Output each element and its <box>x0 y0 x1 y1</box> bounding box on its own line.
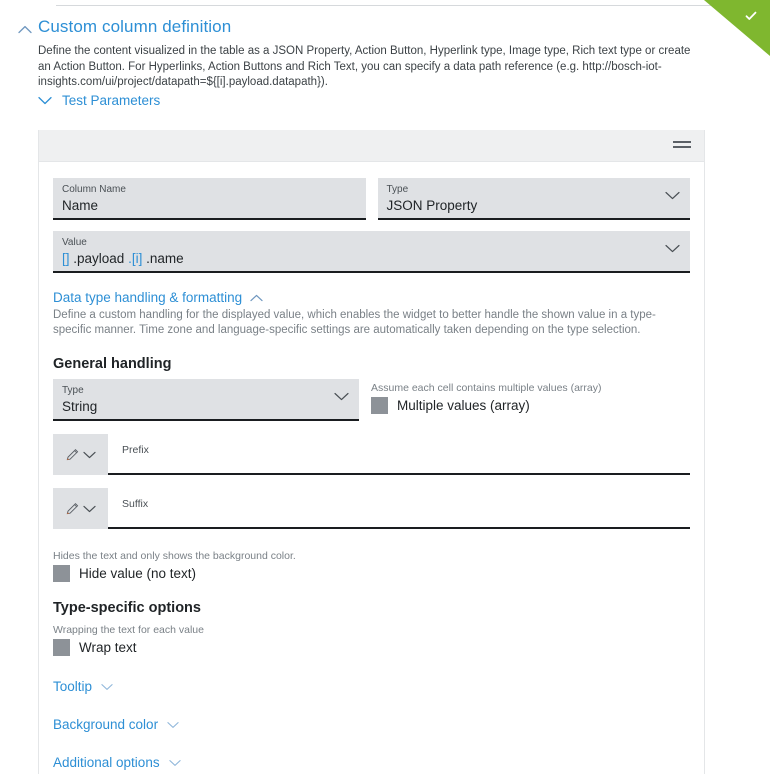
page-header: Custom column definition Define the cont… <box>0 16 720 91</box>
column-name-input[interactable]: Column Name Name <box>53 178 366 220</box>
wrap-text-label: Wrap text <box>79 640 137 655</box>
chevron-up-icon <box>250 294 263 301</box>
chevron-down-icon <box>168 759 181 766</box>
chevron-down-icon <box>83 505 96 512</box>
suffix-label: Suffix <box>122 498 149 510</box>
multiple-values-checkbox-row[interactable]: Multiple values (array) <box>371 397 690 414</box>
pencil-icon <box>66 449 79 461</box>
suffix-edit-button[interactable] <box>53 488 108 529</box>
value-label: Value <box>62 237 87 248</box>
general-type-select[interactable]: Type String <box>53 379 359 421</box>
chevron-down-icon <box>665 191 680 200</box>
chevron-down-icon <box>38 96 52 105</box>
data-type-handling-description: Define a custom handling for the display… <box>53 309 656 336</box>
suffix-row: Suffix <box>53 488 690 529</box>
prefix-label: Prefix <box>122 444 149 456</box>
hide-value-caption: Hides the text and only shows the backgr… <box>53 550 296 562</box>
column-name-type-row: Column Name Name Type JSON Property <box>53 178 690 220</box>
wrap-text-checkbox-row[interactable]: Wrap text <box>53 639 690 656</box>
column-name-value: Name <box>62 198 99 213</box>
chevron-down-icon <box>665 244 680 253</box>
wrap-text-group: Wrapping the text for each value Wrap te… <box>53 623 690 656</box>
section-background-color-label: Background color <box>53 717 159 732</box>
wrap-text-checkbox[interactable] <box>53 639 70 656</box>
chevron-down-icon <box>101 683 113 690</box>
prefix-input[interactable]: Prefix <box>108 434 690 475</box>
value-token: .name <box>142 251 184 266</box>
hide-value-label: Hide value (no text) <box>79 566 197 581</box>
chevron-up-icon <box>18 25 32 34</box>
column-type-label: Type <box>386 184 409 195</box>
multiple-values-caption: Assume each cell contains multiple value… <box>371 382 602 394</box>
section-additional-options-label: Additional options <box>53 755 160 770</box>
collapse-section-button[interactable] <box>12 16 38 34</box>
page-title: Custom column definition <box>38 17 232 36</box>
test-parameters-toggle[interactable]: Test Parameters <box>38 93 160 108</box>
check-icon <box>745 11 757 20</box>
value-token: .[i] <box>124 251 143 266</box>
column-name-label: Column Name <box>62 184 126 195</box>
prefix-row: Prefix <box>53 434 690 475</box>
multiple-values-checkbox[interactable] <box>371 397 388 414</box>
card-body: Column Name Name Type JSON Property Valu… <box>39 162 704 774</box>
top-divider <box>56 5 762 6</box>
chevron-down-icon <box>334 392 349 401</box>
multiple-values-label: Multiple values (array) <box>397 398 530 413</box>
page-description: Define the content visualized in the tab… <box>38 45 691 88</box>
test-parameters-label: Test Parameters <box>62 93 161 108</box>
hide-value-checkbox[interactable] <box>53 565 70 582</box>
chevron-down-icon <box>83 451 96 458</box>
hide-value-group: Hides the text and only shows the backgr… <box>53 549 690 582</box>
data-type-handling-title: Data type handling & formatting <box>53 290 243 305</box>
column-definition-card: Column Name Name Type JSON Property Valu… <box>38 130 705 774</box>
value-token: .payload <box>69 251 125 266</box>
chevron-down-icon <box>167 721 179 728</box>
section-additional-options[interactable]: Additional options <box>53 755 690 770</box>
prefix-edit-button[interactable] <box>53 434 108 475</box>
section-tooltip[interactable]: Tooltip <box>53 679 690 694</box>
suffix-input[interactable]: Suffix <box>108 488 690 529</box>
column-type-select[interactable]: Type JSON Property <box>377 178 690 220</box>
hide-value-checkbox-row[interactable]: Hide value (no text) <box>53 565 690 582</box>
section-tooltip-label: Tooltip <box>53 679 93 694</box>
value-input[interactable]: Value [] .payload .[i] .name <box>53 231 690 273</box>
general-handling-row: Type String Assume each cell contains mu… <box>53 379 690 421</box>
general-type-label: Type <box>62 385 84 396</box>
type-specific-options-title: Type-specific options <box>53 600 201 616</box>
general-type-value: String <box>62 399 98 414</box>
value-token: [] <box>62 251 70 266</box>
data-type-handling-toggle[interactable]: Data type handling & formatting <box>53 290 690 305</box>
custom-column-definition-page: Custom column definition Define the cont… <box>0 0 770 774</box>
pencil-icon <box>66 503 79 515</box>
general-handling-title: General handling <box>53 356 172 372</box>
column-type-value: JSON Property <box>386 198 478 213</box>
drag-handle-icon[interactable] <box>673 141 691 151</box>
card-header-bar <box>39 130 704 162</box>
section-background-color[interactable]: Background color <box>53 717 690 732</box>
wrap-text-caption: Wrapping the text for each value <box>53 624 204 636</box>
value-tokens: [] .payload .[i] .name <box>62 249 681 268</box>
